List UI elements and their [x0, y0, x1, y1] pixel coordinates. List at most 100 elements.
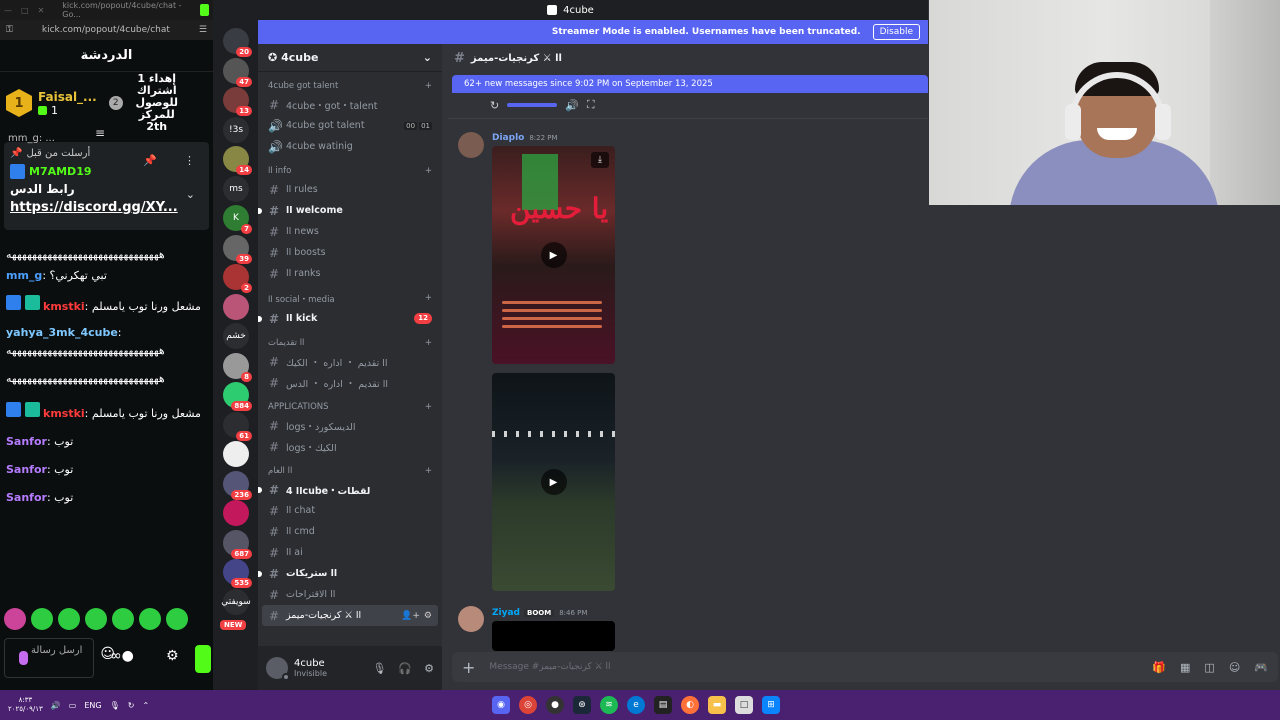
avatar[interactable] — [458, 606, 484, 632]
server-icon[interactable]: 61 — [223, 411, 252, 441]
more-menu-icon[interactable]: ⋮ — [184, 154, 195, 167]
emote-icon[interactable] — [31, 608, 53, 630]
spotify-icon[interactable]: ≋ — [600, 696, 618, 714]
add-channel-icon[interactable]: + — [425, 466, 432, 476]
channel-item[interactable]: # اا ستريكات — [258, 563, 442, 584]
gear-icon[interactable]: ⚙ — [424, 662, 434, 675]
server-icon[interactable]: ms — [223, 175, 249, 202]
author-name[interactable]: Ziyad — [492, 608, 520, 618]
server-icon[interactable] — [223, 441, 249, 467]
emoji-icon[interactable]: ☺ — [1229, 661, 1240, 674]
message-username[interactable]: Sanfor — [6, 463, 47, 476]
add-channel-icon[interactable]: + — [425, 166, 432, 176]
gear-icon[interactable]: ⚙ — [424, 611, 432, 621]
leader-name[interactable]: Faisal_... — [38, 90, 97, 104]
category-header[interactable]: 4cube got talent + — [258, 72, 442, 94]
avatar[interactable] — [458, 132, 484, 158]
server-icon[interactable]: 39 — [223, 234, 252, 264]
channel-item[interactable]: 🔊 4cube watinig — [258, 136, 442, 157]
server-icon[interactable]: 236 — [223, 470, 252, 500]
chevron-down-icon[interactable]: ⌄ — [186, 188, 195, 201]
channel-item[interactable]: # اا تقديم ・ اداره ・ الكيك — [258, 351, 442, 372]
settings-icon[interactable]: ☰ — [199, 25, 207, 35]
server-icon[interactable] — [223, 500, 249, 526]
emote-icon[interactable] — [112, 608, 134, 630]
pin-icon[interactable]: 📌 — [143, 154, 157, 167]
server-icon[interactable]: 687 — [223, 529, 252, 559]
avatar[interactable] — [266, 657, 290, 681]
volume-icon[interactable]: 🔊 — [565, 99, 579, 112]
category-header[interactable]: اا تقديمات + — [258, 329, 442, 351]
mic-icon[interactable] — [19, 651, 28, 665]
channel-item[interactable]: # اا cmd — [258, 521, 442, 542]
channel-item[interactable]: #4cube・got・talent — [258, 94, 442, 115]
pinned-link[interactable]: https://discord.gg/XY... — [10, 200, 203, 215]
channel-item[interactable]: # اا 4cube・لقطات — [258, 479, 442, 500]
infinity-icon[interactable]: ∞● — [110, 648, 134, 664]
collapse-handle-icon[interactable]: ≡ — [95, 126, 105, 140]
message-author[interactable]: Ziyad BOOM 8:46 PM — [492, 608, 587, 618]
message-username[interactable]: yahya_3mk_4cube — [6, 326, 118, 339]
category-header[interactable]: اا info + — [258, 157, 442, 179]
emote-icon[interactable] — [139, 608, 161, 630]
server-icon[interactable]: 535 — [223, 559, 252, 588]
download-icon[interactable]: ⤓ — [591, 152, 609, 168]
channel-item[interactable]: # اا تقديم ・ اداره ・ الدس — [258, 372, 442, 393]
server-icon[interactable]: 20 — [223, 28, 252, 57]
gear-icon[interactable]: ⚙ — [166, 648, 179, 664]
replay-icon[interactable]: ↻ — [490, 99, 499, 112]
message-username[interactable]: Sanfor — [6, 435, 47, 448]
add-channel-icon[interactable]: + — [425, 402, 432, 412]
address-bar[interactable]: ⚿ kick.com/popout/4cube/chat ☰ — [0, 20, 213, 40]
message-author[interactable]: Diaplo 8:22 PM — [492, 133, 558, 143]
message-composer[interactable]: + Message #اا ⚔ كرنجيات-ميمز 🎁 ▦ ◫ ☺ 🎮 — [452, 652, 1278, 682]
window-icon[interactable]: □ — [735, 696, 753, 714]
emote-icon[interactable] — [85, 608, 107, 630]
pinned-user[interactable]: M7AMD19 — [29, 165, 92, 178]
server-icon[interactable]: 884 — [223, 382, 252, 411]
chat-input[interactable]: ارسل رسالة ☺ — [4, 638, 115, 678]
video-editor-icon[interactable]: ▤ — [654, 696, 672, 714]
fullscreen-icon[interactable]: ⛶ — [587, 98, 595, 112]
channel-item[interactable]: # اا rules — [258, 179, 442, 200]
category-header[interactable]: APPLICATIONS + — [258, 393, 442, 415]
headphones-icon[interactable]: 🎧 — [398, 662, 412, 675]
category-header[interactable]: اا العام + — [258, 457, 442, 479]
language-indicator[interactable]: ENG — [84, 701, 101, 710]
battery-icon[interactable]: ▭ — [69, 701, 77, 710]
server-icon[interactable]: 2 — [223, 264, 252, 293]
category-header[interactable]: اا social・media + — [258, 284, 442, 308]
play-icon[interactable]: ▶ — [540, 242, 567, 268]
sync-icon[interactable]: ↻ — [128, 701, 135, 710]
channel-item[interactable]: # logs・الديسكورد — [258, 415, 442, 436]
add-attachment-icon[interactable]: + — [462, 658, 475, 677]
channel-item[interactable]: # اا ⚔ كرنجيات-ميمز 👤+ ⚙ — [262, 605, 438, 626]
clock[interactable]: ٨:٣٣ ٢٠٢٥/٠٩/١٣ — [8, 696, 43, 714]
edge-icon[interactable]: e — [627, 696, 645, 714]
volume-icon[interactable]: 🔊 — [51, 701, 61, 710]
server-header[interactable]: ✪ 4cube ⌄ — [258, 44, 442, 72]
channel-item[interactable]: # logs・الكيك — [258, 436, 442, 457]
emote-icon[interactable] — [166, 608, 188, 630]
file-explorer-icon[interactable]: ▬ — [708, 696, 726, 714]
add-channel-icon[interactable]: + — [425, 293, 432, 305]
channel-item[interactable]: # اا news — [258, 221, 442, 242]
steam-icon[interactable]: ⊛ — [573, 696, 591, 714]
message-username[interactable]: mm_g — [6, 269, 42, 282]
apps-icon[interactable]: 🎮 — [1254, 661, 1268, 674]
server-icon[interactable] — [223, 293, 249, 320]
server-icon[interactable]: 8 — [223, 352, 252, 382]
server-icon[interactable]: 14 — [223, 146, 252, 175]
add-channel-icon[interactable]: + — [425, 81, 432, 91]
window-controls[interactable]: — □ ✕ — [4, 6, 44, 15]
emote-icon[interactable] — [58, 608, 80, 630]
channel-item[interactable]: # اا kick 12 — [258, 308, 442, 329]
server-icon[interactable]: 47 — [223, 57, 252, 87]
add-member-icon[interactable]: 👤+ — [401, 611, 420, 621]
message-username[interactable]: kmstki — [43, 300, 85, 313]
chrome-icon[interactable]: ◎ — [519, 696, 537, 714]
channel-item[interactable]: # اا boosts — [258, 242, 442, 263]
play-icon[interactable]: ▶ — [540, 469, 567, 495]
channel-item[interactable]: # اا ai — [258, 542, 442, 563]
new-messages-bar[interactable]: 62+ new messages since 9:02 PM on Septem… — [452, 75, 928, 93]
